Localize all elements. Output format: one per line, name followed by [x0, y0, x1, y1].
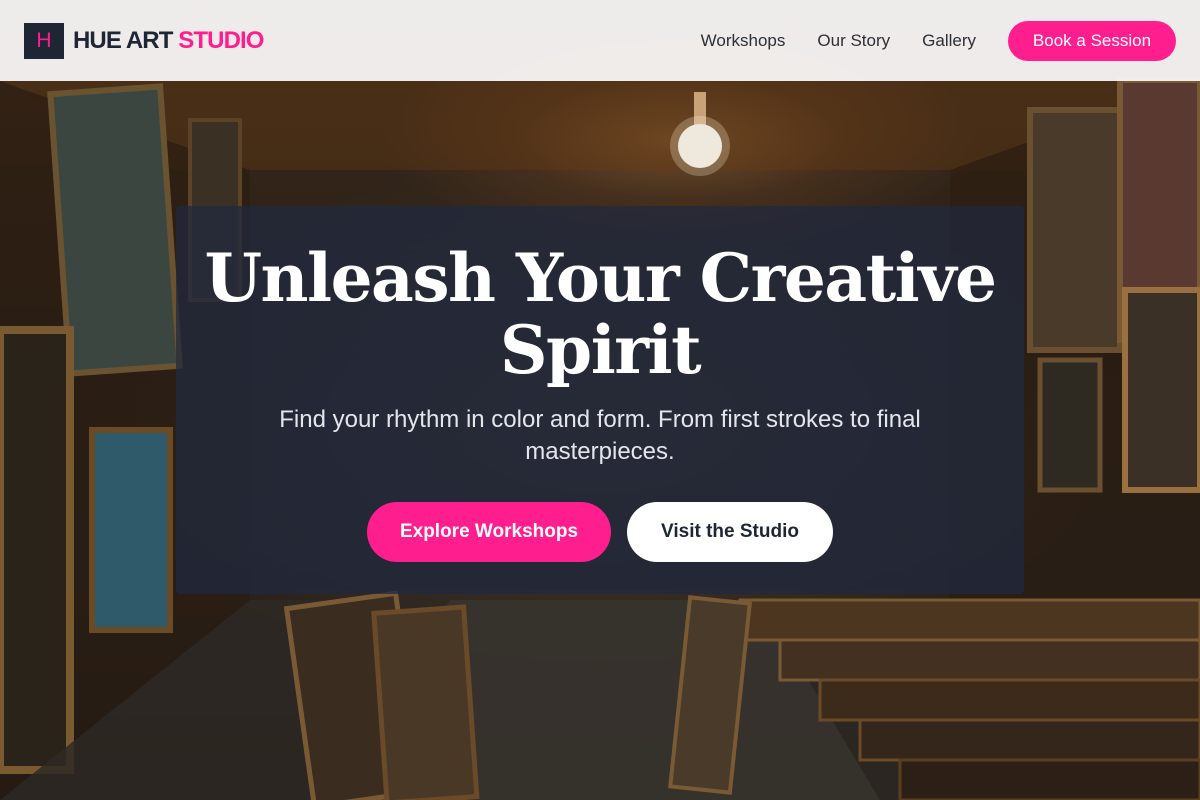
explore-workshops-button[interactable]: Explore Workshops	[367, 502, 611, 562]
nav-link-workshops[interactable]: Workshops	[701, 31, 786, 51]
brand-name: HUE ART STUDIO	[73, 27, 264, 55]
hero-actions: Explore Workshops Visit the Studio	[176, 502, 1024, 562]
brand-logo[interactable]: H HUE ART STUDIO	[24, 22, 264, 59]
hero-card: Unleash Your Creative Spirit Find your r…	[176, 206, 1024, 594]
main-nav: Workshops Our Story Gallery Book a Sessi…	[701, 20, 1176, 61]
visit-studio-button[interactable]: Visit the Studio	[627, 502, 833, 562]
book-session-button[interactable]: Book a Session	[1008, 20, 1176, 61]
nav-link-gallery[interactable]: Gallery	[922, 31, 976, 51]
hero-title: Unleash Your Creative Spirit	[204, 239, 997, 389]
brand-name-main: HUE ART	[73, 26, 173, 54]
logo-mark-letter: H	[36, 28, 52, 52]
site-header: H HUE ART STUDIO Workshops Our Story Gal…	[0, 0, 1200, 81]
nav-link-our-story[interactable]: Our Story	[817, 31, 890, 51]
hero-subtitle: Find your rhythm in color and form. From…	[279, 406, 921, 465]
logo-mark-icon: H	[24, 22, 64, 59]
brand-name-accent: STUDIO	[178, 26, 264, 54]
